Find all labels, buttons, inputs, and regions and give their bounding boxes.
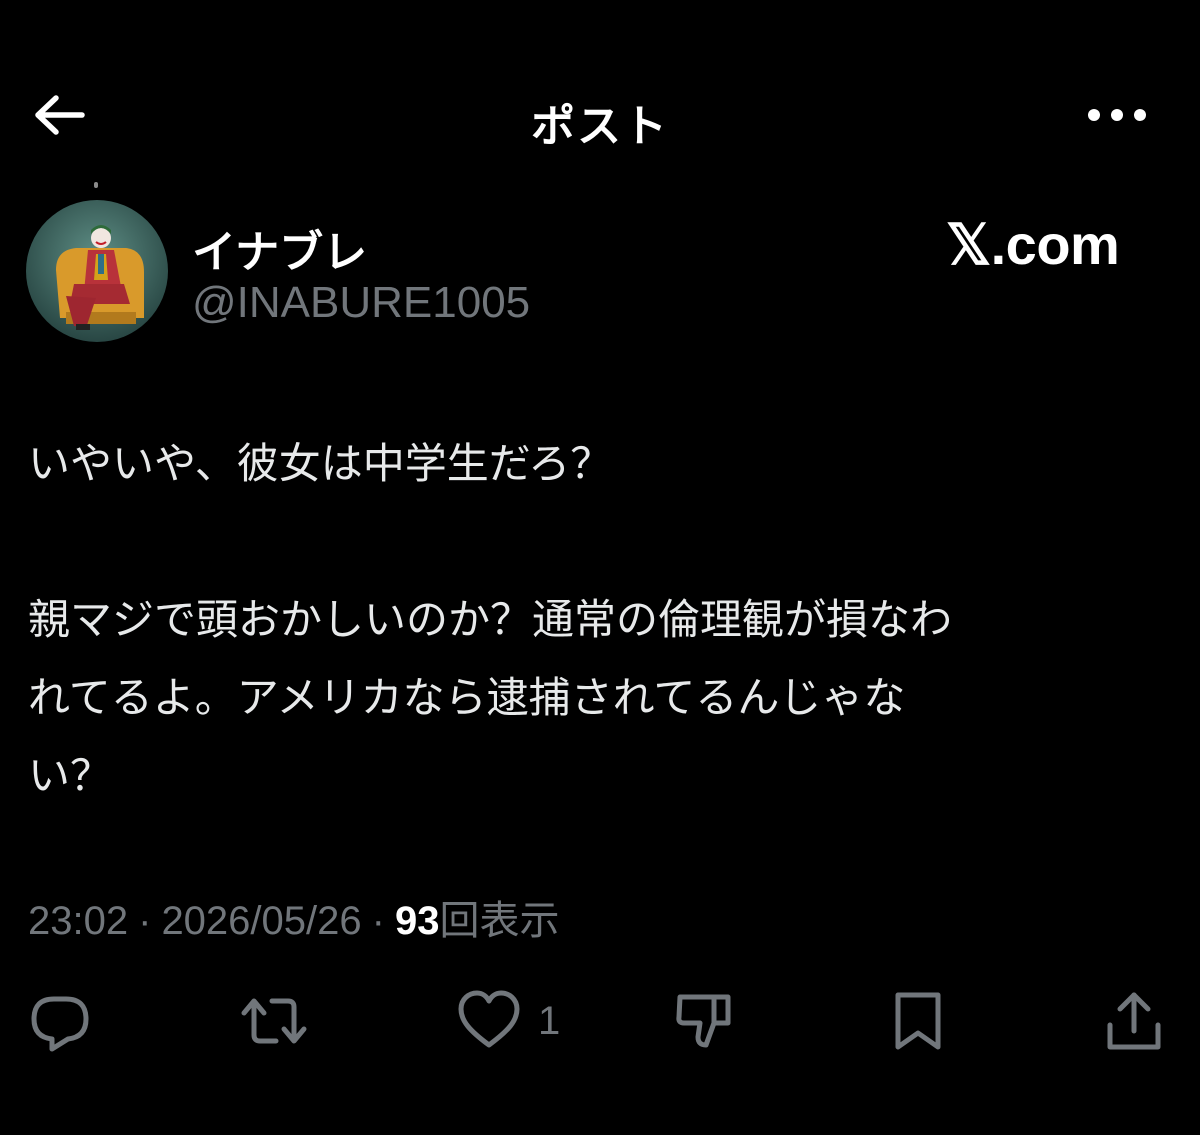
views-count[interactable]: 93 bbox=[395, 899, 440, 943]
xcom-watermark-text: 𝕏.com bbox=[946, 213, 1120, 276]
views-label: 回表示 bbox=[439, 899, 560, 943]
post-time[interactable]: 23:02 bbox=[28, 899, 128, 943]
author-handle[interactable]: @INABURE1005 bbox=[192, 278, 530, 328]
post-line: いやいや、彼女は中学生だろ？ bbox=[28, 439, 613, 488]
post-date[interactable]: 2026/05/26 bbox=[161, 899, 361, 943]
post-text: いやいや、彼女は中学生だろ？ 親マジで頭おかしいのか？通常の倫理観が損なわ れて… bbox=[28, 425, 1158, 815]
post-meta: 23:02 · 2026/05/26 · 93回表示 bbox=[28, 888, 559, 946]
meta-separator: · bbox=[138, 899, 152, 943]
author-name[interactable]: イナブレ bbox=[192, 216, 367, 280]
more-horizontal-icon bbox=[1088, 109, 1146, 121]
xcom-watermark: 𝕏.com bbox=[946, 210, 1120, 280]
heart-icon bbox=[458, 990, 520, 1048]
share-button[interactable] bbox=[1104, 986, 1164, 1056]
repost-icon bbox=[241, 998, 307, 1044]
artifact-dot bbox=[94, 182, 98, 188]
reply-button[interactable] bbox=[28, 986, 92, 1056]
page-title: ポスト bbox=[531, 101, 669, 152]
post-line: い？ bbox=[28, 751, 113, 800]
action-bar: 1 bbox=[0, 980, 1200, 1060]
dislike-button[interactable] bbox=[672, 986, 736, 1056]
top-nav-bar: ポスト bbox=[0, 70, 1200, 160]
like-count: 1 bbox=[538, 998, 561, 1043]
bookmark-icon bbox=[895, 992, 941, 1050]
more-options-button[interactable] bbox=[1082, 100, 1152, 130]
avatar[interactable] bbox=[26, 200, 168, 342]
joker-avatar-image bbox=[26, 200, 168, 342]
share-icon bbox=[1107, 992, 1161, 1050]
like-button[interactable]: 1 bbox=[456, 986, 560, 1056]
bookmark-button[interactable] bbox=[888, 986, 948, 1056]
thumbs-down-icon bbox=[676, 994, 731, 1048]
reply-icon bbox=[31, 996, 89, 1052]
meta-separator: · bbox=[371, 899, 385, 943]
post-line: 親マジで頭おかしいのか？通常の倫理観が損なわ bbox=[28, 595, 953, 644]
repost-button[interactable] bbox=[238, 986, 310, 1056]
post-line: れてるよ。アメリカなら逮捕されてるんじゃな bbox=[28, 673, 906, 722]
